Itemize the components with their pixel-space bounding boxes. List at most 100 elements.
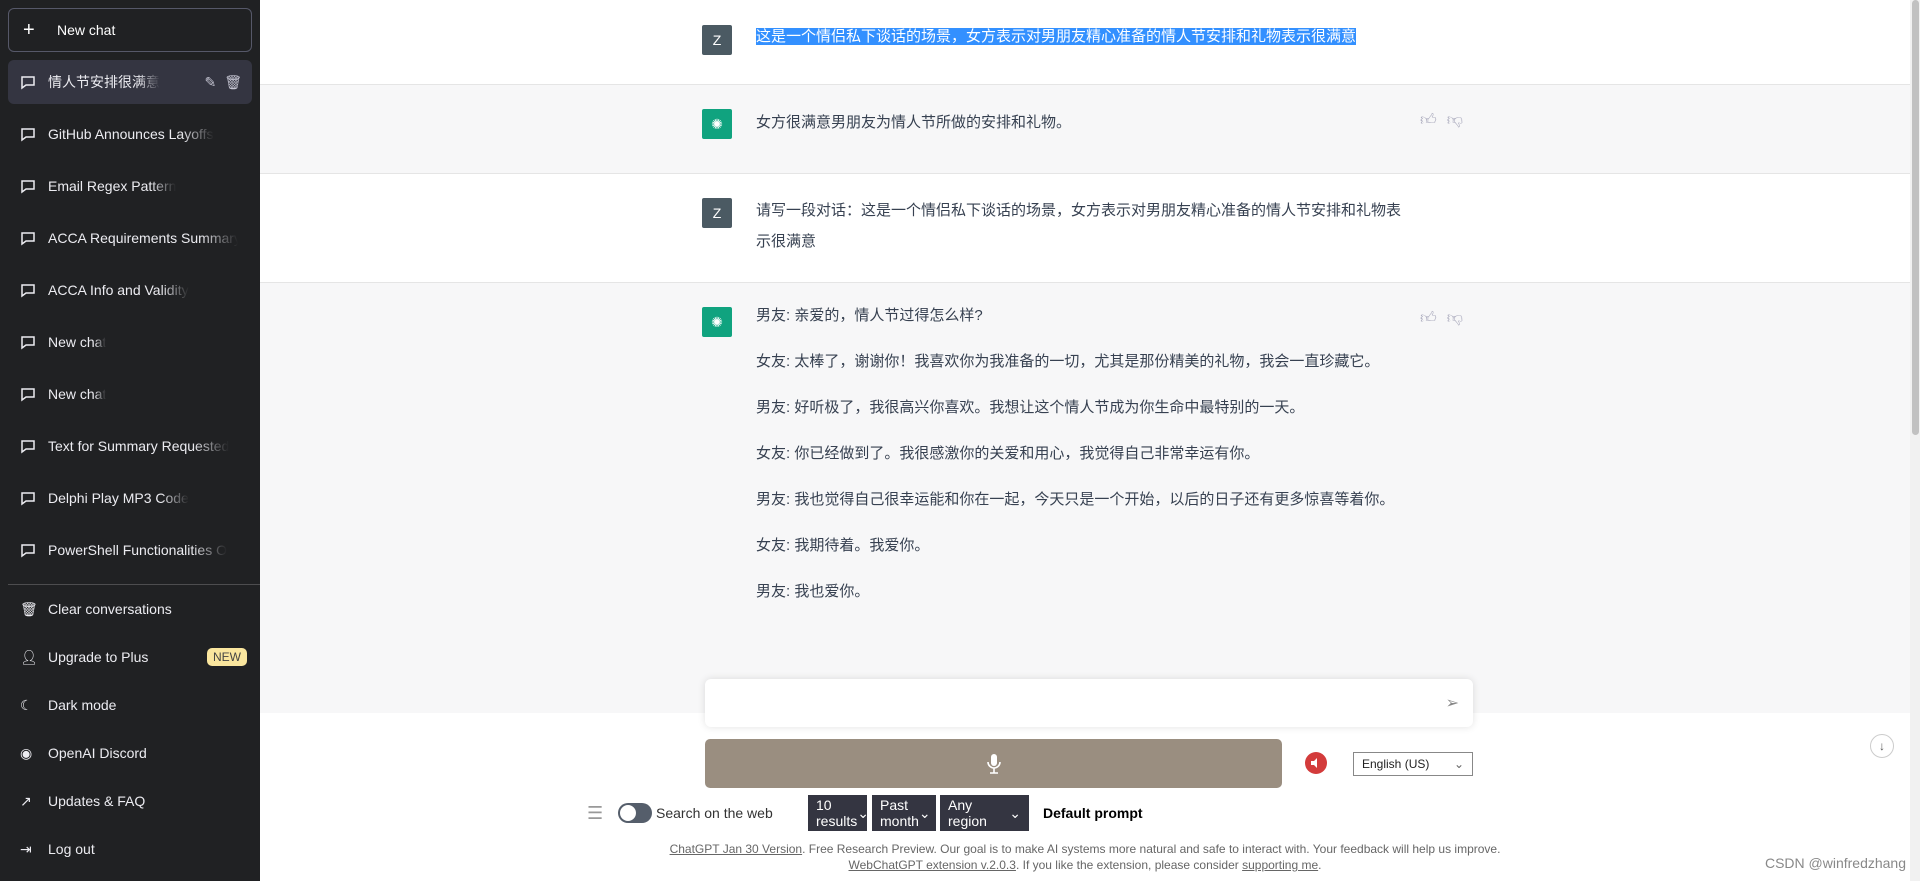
search-web-toggle[interactable]: Search on the web (618, 795, 773, 831)
message-text: 请写一段对话：这是一个情侣私下谈话的场景，女方表示对男朋友精心准备的情人节安排和… (756, 202, 1402, 250)
watermark: CSDN @winfredzhang (1764, 855, 1906, 871)
prompt-input[interactable]: ➢ (705, 679, 1473, 727)
external-link-icon: ↗ (20, 792, 32, 809)
message-text: 这是一个情侣私下谈话的场景，女方表示对男朋友精心准备的情人节安排和礼物表示很满意 (756, 28, 1357, 45)
conversation-item[interactable]: PowerShell Functionalities O (8, 528, 252, 572)
user-avatar: Z (702, 25, 732, 55)
footer-text: . If you like the extension, please cons… (1015, 858, 1243, 872)
chat-bubble-icon (20, 490, 48, 506)
time-select[interactable]: Past month ⌄ (872, 795, 936, 831)
moon-icon: ☾ (20, 696, 33, 713)
discord-icon: ◉ (20, 744, 33, 761)
trash-icon[interactable]: 🗑︎ (224, 74, 242, 91)
dialog-line: 男友: 我也爱你。 (756, 583, 870, 600)
conversation-item[interactable]: 情人节安排很满意 ✎ 🗑︎ (8, 60, 252, 104)
chat-area: Z 这是一个情侣私下谈话的场景，女方表示对男朋友精心准备的情人节安排和礼物表示很… (260, 0, 1910, 881)
thumbs-up-icon[interactable]: 👍︎ (1420, 309, 1437, 328)
dialog-line: 女友: 太棒了，谢谢你！我喜欢你为我准备的一切，尤其是那份精美的礼物，我会一直珍… (756, 353, 1380, 370)
conversation-item[interactable]: Text for Summary Requested (8, 424, 252, 468)
region-select[interactable]: Any region ⌄ (940, 795, 1029, 831)
chatgpt-logo-icon: ✺ (702, 307, 732, 337)
conversation-item[interactable]: New chat (8, 372, 252, 416)
settings-sliders-icon[interactable]: ☰ (587, 795, 603, 831)
menu-item[interactable]: 👤︎ Upgrade to Plus NEW (8, 635, 252, 679)
conversation-label: New chat (48, 386, 107, 402)
thumbs-up-icon[interactable]: 👍︎ (1420, 111, 1437, 130)
version-link[interactable]: ChatGPT Jan 30 Version (670, 842, 803, 856)
chat-bubble-icon (20, 230, 48, 246)
voice-input-button[interactable] (705, 739, 1282, 788)
dialog-line: 女友: 你已经做到了。我很感激你的关爱和用心，我觉得自己非常幸运有你。 (756, 445, 1260, 462)
chat-bubble-icon (20, 386, 48, 402)
conversation-item[interactable]: ACCA Requirements Summary (8, 216, 252, 260)
region-value: Any region (948, 797, 987, 829)
footer-line-1: ChatGPT Jan 30 Version. Free Research Pr… (260, 842, 1910, 856)
conversation-item[interactable]: ACCA Info and Validity (8, 268, 252, 312)
prompt-label: Default prompt (1043, 805, 1143, 821)
new-badge: NEW (207, 648, 247, 666)
time-value: Past month (880, 797, 919, 829)
conversation-item[interactable]: Delphi Play MP3 Code (8, 476, 252, 520)
scroll-down-button[interactable]: ↓ (1870, 734, 1894, 758)
message-row-assistant: ✺ 女方很满意男朋友为情人节所做的安排和礼物。 👍︎ 👎︎ (260, 85, 1910, 174)
menu-item[interactable]: ☾ Dark mode (8, 683, 252, 727)
user-avatar: Z (702, 198, 732, 228)
results-value: 10 results (816, 797, 858, 829)
conversation-label: Text for Summary Requested (48, 438, 230, 454)
conversation-label: New chat (48, 334, 107, 350)
sidebar-divider (8, 584, 260, 585)
conversation-label: ACCA Info and Validity (48, 282, 189, 298)
message-row-user: Z 这是一个情侣私下谈话的场景，女方表示对男朋友精心准备的情人节安排和礼物表示很… (260, 0, 1910, 85)
chat-bubble-icon (20, 126, 48, 142)
toggle-switch[interactable] (618, 803, 652, 823)
trash-icon: 🗑︎ (20, 600, 38, 617)
dialog-line: 男友: 亲爱的，情人节过得怎么样? (756, 307, 983, 324)
dialog-line: 男友: 我也觉得自己很幸运能和你在一起，今天只是一个开始，以后的日子还有更多惊喜… (756, 491, 1395, 508)
chat-bubble-icon (20, 542, 48, 558)
plus-icon: + (23, 18, 35, 41)
conversation-item[interactable]: New chat (8, 320, 252, 364)
results-select[interactable]: 10 results ⌄ (808, 795, 869, 831)
send-icon[interactable]: ➢ (1446, 693, 1459, 713)
edit-icon[interactable]: ✎ (204, 74, 216, 91)
conversation-item[interactable]: GitHub Announces Layoffs (8, 112, 252, 156)
conversation-label: 情人节安排很满意 (48, 74, 160, 90)
message-row-user: Z 请写一段对话：这是一个情侣私下谈话的场景，女方表示对男朋友精心准备的情人节安… (260, 174, 1910, 283)
scrollbar-thumb[interactable] (1912, 0, 1919, 435)
language-value: English (US) (1362, 757, 1430, 771)
microphone-icon (986, 753, 1001, 774)
conversation-label: ACCA Requirements Summary (48, 230, 238, 246)
chat-bubble-icon (20, 178, 48, 194)
chat-bubble-icon (20, 74, 48, 90)
sidebar: + New chat 情人节安排很满意 ✎ 🗑︎ GitHub Announces L… (0, 0, 260, 881)
chat-bubble-icon (20, 334, 48, 350)
conversation-label: Delphi Play MP3 Code (48, 490, 189, 506)
user-icon: 👤︎ (20, 648, 38, 665)
menu-label: Log out (48, 841, 95, 857)
menu-item[interactable]: ◉ OpenAI Discord (8, 731, 252, 775)
menu-label: Updates & FAQ (48, 793, 146, 809)
scrollbar[interactable] (1910, 0, 1920, 881)
support-link[interactable]: supporting me (1242, 858, 1318, 872)
menu-item[interactable]: ⇥ Log out (8, 827, 252, 871)
menu-item[interactable]: ↗ Updates & FAQ (8, 779, 252, 823)
conversation-item[interactable]: Email Regex Pattern (8, 164, 252, 208)
thumbs-down-icon[interactable]: 👎︎ (1447, 111, 1463, 130)
new-chat-button[interactable]: + New chat (8, 8, 252, 52)
footer-text: . (1318, 858, 1322, 872)
menu-label: Upgrade to Plus (48, 649, 149, 665)
thumbs-down-icon[interactable]: 👎︎ (1447, 309, 1463, 328)
message-row-assistant: ✺ 男友: 亲爱的，情人节过得怎么样? 女友: 太棒了，谢谢你！我喜欢你为我准备的… (260, 283, 1910, 713)
chat-bubble-icon (20, 438, 48, 454)
extension-link[interactable]: WebChatGPT extension v.2.0.3 (849, 858, 1016, 872)
menu-label: OpenAI Discord (48, 745, 147, 761)
menu-label: Dark mode (48, 697, 117, 713)
menu-item[interactable]: 🗑︎ Clear conversations (8, 587, 252, 631)
speaker-icon[interactable] (1305, 752, 1327, 774)
conversation-label: GitHub Announces Layoffs (48, 126, 214, 142)
new-chat-label: New chat (57, 22, 116, 38)
conversation-label: PowerShell Functionalities O (48, 542, 227, 558)
default-prompt-button[interactable]: Default prompt (1043, 795, 1143, 831)
chevron-down-icon: ⌄ (1453, 757, 1464, 771)
language-select[interactable]: English (US) ⌄ (1353, 752, 1473, 776)
